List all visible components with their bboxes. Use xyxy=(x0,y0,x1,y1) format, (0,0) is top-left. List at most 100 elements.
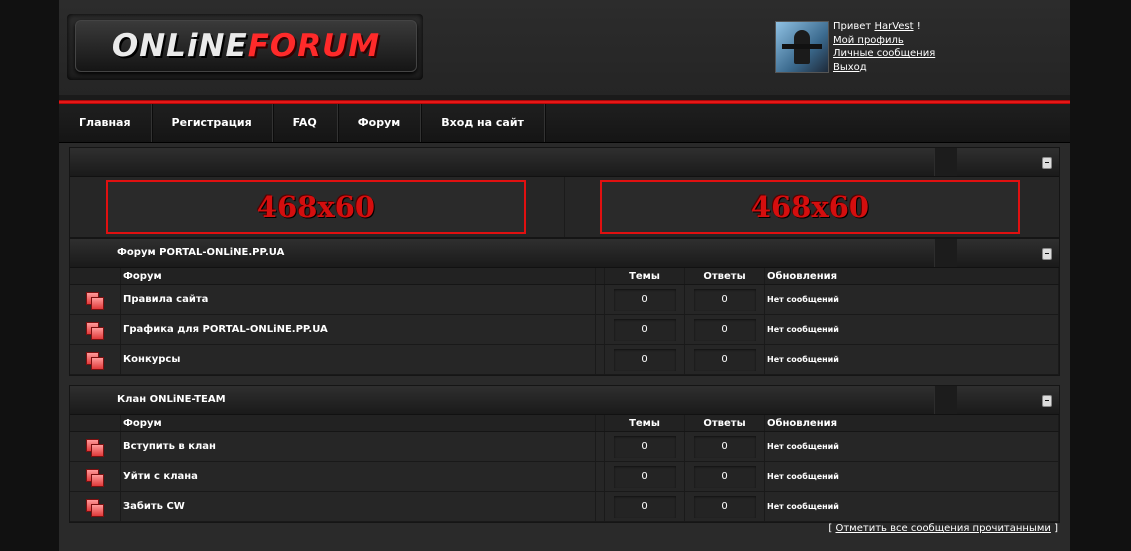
gap-cell xyxy=(595,461,605,492)
last-update: Нет сообщений xyxy=(764,284,1059,315)
column-header-row: Форум Темы Ответы Обновления xyxy=(70,415,1059,432)
avatar-weapon xyxy=(782,44,822,49)
col-updates-header: Обновления xyxy=(764,268,1059,285)
last-update: Нет сообщений xyxy=(764,314,1059,345)
forum-folder-icon xyxy=(86,292,104,310)
gap-cell xyxy=(595,491,605,522)
username-link[interactable]: HarVest xyxy=(874,21,913,32)
greeting-suffix: ! xyxy=(916,21,921,32)
my-profile-link[interactable]: Мой профиль xyxy=(833,34,935,48)
category-panel-portal: Форум PORTAL-ONLiNE.PP.UA Форум Темы Отв… xyxy=(69,238,1060,376)
replies-count: 0 xyxy=(693,465,756,488)
header-corner-box xyxy=(934,239,957,267)
nav-login[interactable]: Вход на сайт xyxy=(421,104,545,142)
forum-icon-cell xyxy=(70,461,121,492)
forum-icon-cell xyxy=(70,284,121,315)
topics-cell: 0 xyxy=(604,491,685,522)
replies-count: 0 xyxy=(693,348,756,371)
category-title[interactable]: Клан ONLiNE-TEAM xyxy=(117,386,226,413)
col-topics-header: Темы xyxy=(604,268,685,285)
header-corner-box xyxy=(934,148,957,176)
col-replies-header: Ответы xyxy=(684,415,765,432)
col-forum-header: Форум xyxy=(120,268,596,285)
replies-cell: 0 xyxy=(684,431,765,462)
gap-cell xyxy=(595,284,605,315)
col-gap-header xyxy=(595,268,605,285)
banner-panel-header xyxy=(70,148,1059,177)
ad-banner-left[interactable]: 468x60 xyxy=(106,180,526,234)
replies-cell: 0 xyxy=(684,314,765,345)
replies-cell: 0 xyxy=(684,461,765,492)
banner-panel: 468x60 468x60 xyxy=(69,147,1060,238)
replies-cell: 0 xyxy=(684,491,765,522)
nav-faq[interactable]: FAQ xyxy=(273,104,338,142)
forum-icon-cell xyxy=(70,431,121,462)
gap-cell xyxy=(595,431,605,462)
nav-forum[interactable]: Форум xyxy=(338,104,422,142)
gap-cell xyxy=(595,314,605,345)
category-panel-clan: Клан ONLiNE-TEAM Форум Темы Ответы Обнов… xyxy=(69,385,1060,523)
collapse-toggle-icon[interactable] xyxy=(1042,248,1052,260)
forum-name-link[interactable]: Вступить в клан xyxy=(120,431,596,462)
forum-name-link[interactable]: Графика для PORTAL-ONLiNE.PP.UA xyxy=(120,314,596,345)
greeting-text: Привет xyxy=(833,21,872,32)
site-logo[interactable]: ONLiNE FORUM xyxy=(75,20,417,72)
replies-count: 0 xyxy=(693,288,756,311)
col-updates-header: Обновления xyxy=(764,415,1059,432)
col-gap-header xyxy=(595,415,605,432)
last-update: Нет сообщений xyxy=(764,461,1059,492)
private-messages-link[interactable]: Личные сообщения xyxy=(833,47,935,61)
header: ONLiNE FORUM Привет HarVest ! Мой профиль… xyxy=(59,0,1070,95)
logout-link[interactable]: Выход xyxy=(833,61,935,75)
greeting-line: Привет HarVest ! xyxy=(833,20,935,34)
banner-separator xyxy=(564,177,565,237)
forum-name-link[interactable]: Конкурсы xyxy=(120,344,596,375)
logo-text-online: ONLiNE xyxy=(111,28,248,64)
logo-text-forum: FORUM xyxy=(247,28,381,64)
col-forum-header: Форум xyxy=(120,415,596,432)
forum-folder-icon xyxy=(86,439,104,457)
nav-home[interactable]: Главная xyxy=(59,104,152,142)
replies-count: 0 xyxy=(693,495,756,518)
forum-row: Вступить в клан 0 0 Нет сообщений xyxy=(70,431,1059,462)
forum-icon-cell xyxy=(70,491,121,522)
mark-read-container: [ Отметить все сообщения прочитанными ] xyxy=(828,523,1058,534)
user-avatar xyxy=(775,21,829,73)
replies-count: 0 xyxy=(693,435,756,458)
forum-row: Уйти с клана 0 0 Нет сообщений xyxy=(70,461,1059,492)
last-update: Нет сообщений xyxy=(764,431,1059,462)
forum-table: Форум Темы Ответы Обновления Правила сай… xyxy=(70,268,1059,375)
forum-name-link[interactable]: Забить CW xyxy=(120,491,596,522)
topics-count: 0 xyxy=(613,465,676,488)
header-corner-box xyxy=(934,386,957,414)
replies-cell: 0 xyxy=(684,344,765,375)
topics-count: 0 xyxy=(613,495,676,518)
col-topics-header: Темы xyxy=(604,415,685,432)
forum-folder-icon xyxy=(86,469,104,487)
collapse-toggle-icon[interactable] xyxy=(1042,157,1052,169)
replies-cell: 0 xyxy=(684,284,765,315)
category-title[interactable]: Форум PORTAL-ONLiNE.PP.UA xyxy=(117,239,284,266)
user-links: Привет HarVest ! Мой профиль Личные сооб… xyxy=(833,20,935,74)
topics-count: 0 xyxy=(613,318,676,341)
bracket-open: [ xyxy=(828,523,833,534)
column-header-row: Форум Темы Ответы Обновления xyxy=(70,268,1059,285)
category-header: Форум PORTAL-ONLiNE.PP.UA xyxy=(70,239,1059,268)
replies-count: 0 xyxy=(693,318,756,341)
topics-cell: 0 xyxy=(604,344,685,375)
col-icon-header xyxy=(70,268,121,285)
page: ONLiNE FORUM Привет HarVest ! Мой профиль… xyxy=(59,0,1070,551)
banner-area: 468x60 468x60 xyxy=(70,177,1059,237)
bracket-close: ] xyxy=(1054,523,1058,534)
topics-count: 0 xyxy=(613,435,676,458)
mark-all-read-link[interactable]: Отметить все сообщения прочитанными xyxy=(835,523,1050,534)
topics-count: 0 xyxy=(613,348,676,371)
nav-register[interactable]: Регистрация xyxy=(152,104,273,142)
forum-table: Форум Темы Ответы Обновления Вступить в … xyxy=(70,415,1059,522)
forum-name-link[interactable]: Правила сайта xyxy=(120,284,596,315)
topics-cell: 0 xyxy=(604,314,685,345)
collapse-toggle-icon[interactable] xyxy=(1042,395,1052,407)
ad-banner-right[interactable]: 468x60 xyxy=(600,180,1020,234)
forum-row: Забить CW 0 0 Нет сообщений xyxy=(70,491,1059,522)
forum-name-link[interactable]: Уйти с клана xyxy=(120,461,596,492)
